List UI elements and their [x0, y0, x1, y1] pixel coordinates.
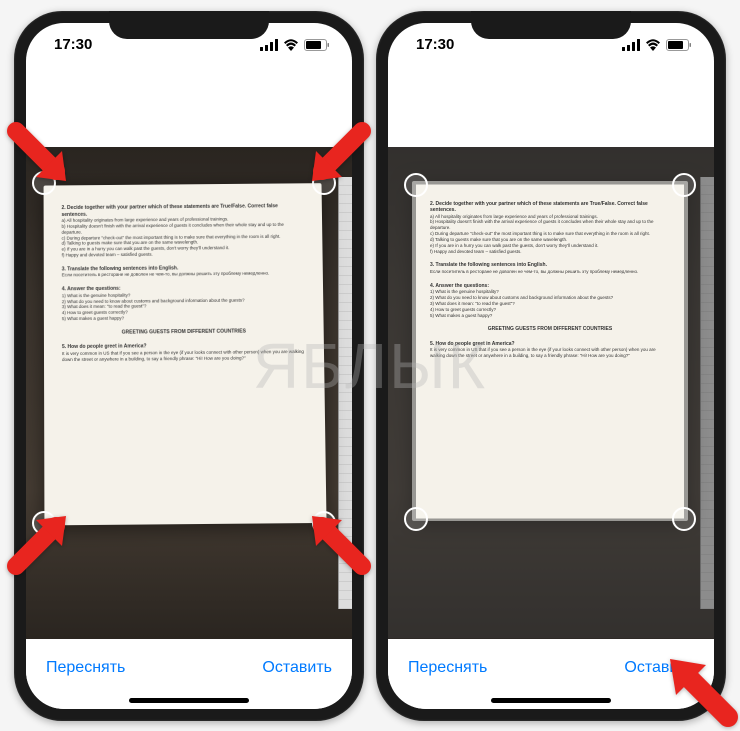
phone-mockup-right: 17:30 2. Decide together with your partn… [376, 11, 726, 721]
crop-handle-bl[interactable] [32, 511, 56, 535]
phone-mockup-left: 17:30 2. Decide together with your partn… [14, 11, 364, 721]
signal-icon [260, 39, 278, 51]
keep-button[interactable]: Оставить [262, 659, 332, 677]
wifi-icon [283, 39, 299, 51]
crop-handle-tl[interactable] [32, 171, 56, 195]
screen-left: 17:30 2. Decide together with your partn… [26, 23, 352, 709]
keyboard-edge [338, 177, 352, 609]
battery-icon [304, 39, 330, 51]
notch [109, 11, 269, 39]
crop-handle-bl[interactable] [404, 507, 428, 531]
status-time: 17:30 [54, 36, 92, 53]
signal-icon [622, 39, 640, 51]
crop-handle-tr[interactable] [312, 171, 336, 195]
battery-icon [666, 39, 692, 51]
status-time: 17:30 [416, 36, 454, 53]
crop-frame[interactable] [416, 185, 684, 519]
home-indicator[interactable] [129, 698, 249, 703]
wifi-icon [645, 39, 661, 51]
crop-handle-tr[interactable] [672, 173, 696, 197]
crop-handle-tl[interactable] [404, 173, 428, 197]
scan-preview[interactable]: 2. Decide together with your partner whi… [388, 147, 714, 639]
crop-handle-br[interactable] [672, 507, 696, 531]
keep-button[interactable]: Оставить [624, 659, 694, 677]
home-indicator[interactable] [491, 698, 611, 703]
crop-frame[interactable] [44, 183, 324, 523]
header-blank [26, 67, 352, 147]
retake-button[interactable]: Переснять [408, 659, 487, 677]
header-blank [388, 67, 714, 147]
notch [471, 11, 631, 39]
retake-button[interactable]: Переснять [46, 659, 125, 677]
scan-preview[interactable]: 2. Decide together with your partner whi… [26, 147, 352, 639]
crop-handle-br[interactable] [312, 511, 336, 535]
screen-right: 17:30 2. Decide together with your partn… [388, 23, 714, 709]
